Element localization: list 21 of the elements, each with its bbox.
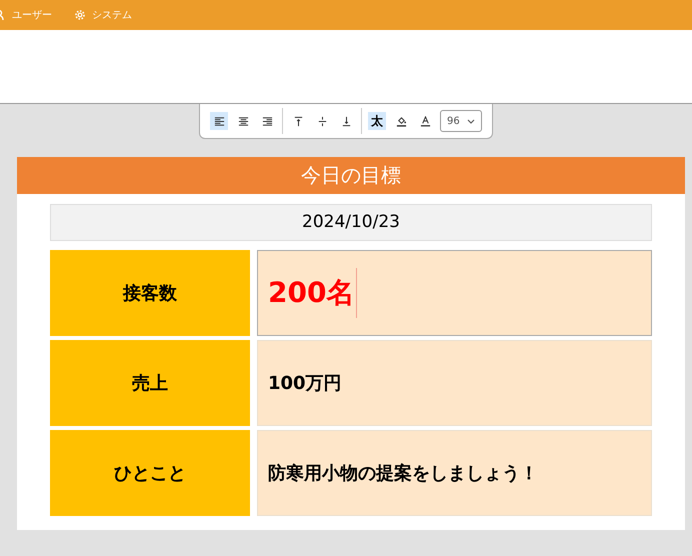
align-left-button[interactable] xyxy=(210,112,228,130)
label-cell: ひとこと xyxy=(50,430,250,516)
bold-button[interactable]: 太 xyxy=(368,112,386,130)
align-left-icon xyxy=(214,116,224,126)
date-cell: 2024/10/23 xyxy=(50,204,652,241)
chevron-down-icon xyxy=(467,118,475,124)
card-title: 今日の目標 xyxy=(17,157,685,194)
font-size-select[interactable]: 96 xyxy=(440,110,482,132)
valign-bottom-icon xyxy=(340,116,352,126)
valign-top-icon xyxy=(292,116,304,126)
value-cell[interactable]: 100万円 xyxy=(257,340,652,426)
paint-bucket-icon xyxy=(396,116,406,126)
text-caret xyxy=(356,268,358,318)
valign-middle-icon xyxy=(316,116,328,126)
value-cell[interactable]: 防寒用小物の提案をしましょう！ xyxy=(257,430,652,516)
font-color-icon xyxy=(420,116,430,126)
align-right-icon xyxy=(262,116,272,126)
label-cell: 接客数 xyxy=(50,250,250,336)
label-cell: 売上 xyxy=(50,340,250,426)
align-center-icon xyxy=(238,116,248,126)
settings-icon xyxy=(74,9,86,21)
